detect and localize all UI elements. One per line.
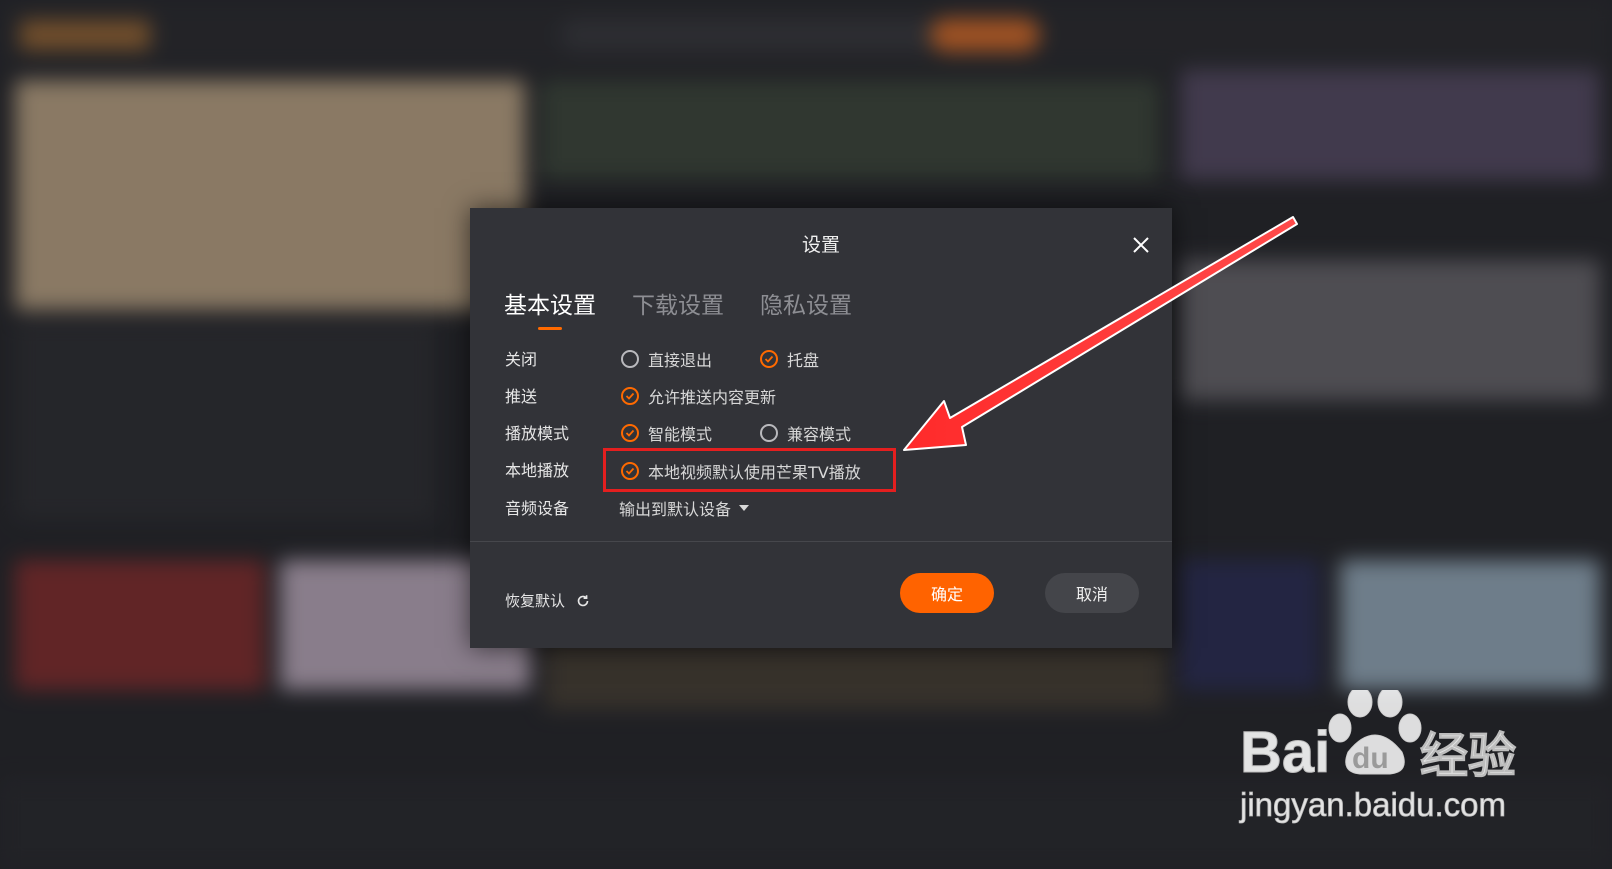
svg-text:Bai: Bai	[1240, 720, 1330, 785]
watermark-url: jingyan.baidu.com	[1239, 786, 1506, 823]
baidu-jingyan-watermark: Bai du 经验 jingyan.baidu.com	[1239, 690, 1517, 823]
svg-text:经验: 经验	[1420, 728, 1516, 784]
svg-text:du: du	[1352, 742, 1389, 775]
